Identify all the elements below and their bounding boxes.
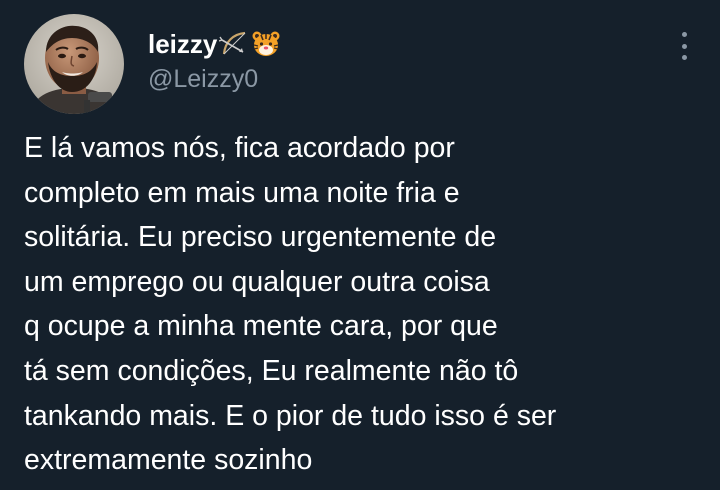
author-handle[interactable]: @Leizzy0 <box>148 65 281 94</box>
more-dot <box>681 55 687 60</box>
tweet-text-line: solitária. Eu preciso urgentemente de <box>24 221 497 254</box>
author-info: leizzy @Leizzy0 <box>148 27 281 94</box>
tweet: leizzy @Leizzy0 E lá vamos nós, fica aco… <box>0 0 720 490</box>
avatar-photo <box>24 14 124 114</box>
tweet-text-line: completo em mais uma noite fria e <box>24 176 460 209</box>
tweet-text-line: E lá vamos nós, fica acordado por <box>24 132 455 164</box>
tweet-text-line: extremamente sozinho <box>24 444 313 477</box>
tweet-text-line: q ocupe a minha mente cara, por que <box>24 310 498 343</box>
tweet-text-line: tankando mais. E o pior de tudo isso é s… <box>24 399 557 432</box>
bow-and-arrow-icon <box>219 30 249 58</box>
tweet-text: E lá vamos nós, fica acordado por comple… <box>24 126 694 483</box>
tiger-face-icon <box>251 30 281 58</box>
author-display-name[interactable]: leizzy <box>148 29 217 60</box>
tweet-text-line: tá sem condições, Eu realmente não tô <box>24 354 519 387</box>
avatar[interactable] <box>24 14 124 114</box>
tweet-text-line: um emprego ou qualquer outra coisa <box>24 265 490 298</box>
author-name-row: leizzy <box>148 27 281 61</box>
more-dot <box>681 43 687 49</box>
more-vertical-icon[interactable] <box>678 32 690 60</box>
more-dot <box>681 32 687 37</box>
